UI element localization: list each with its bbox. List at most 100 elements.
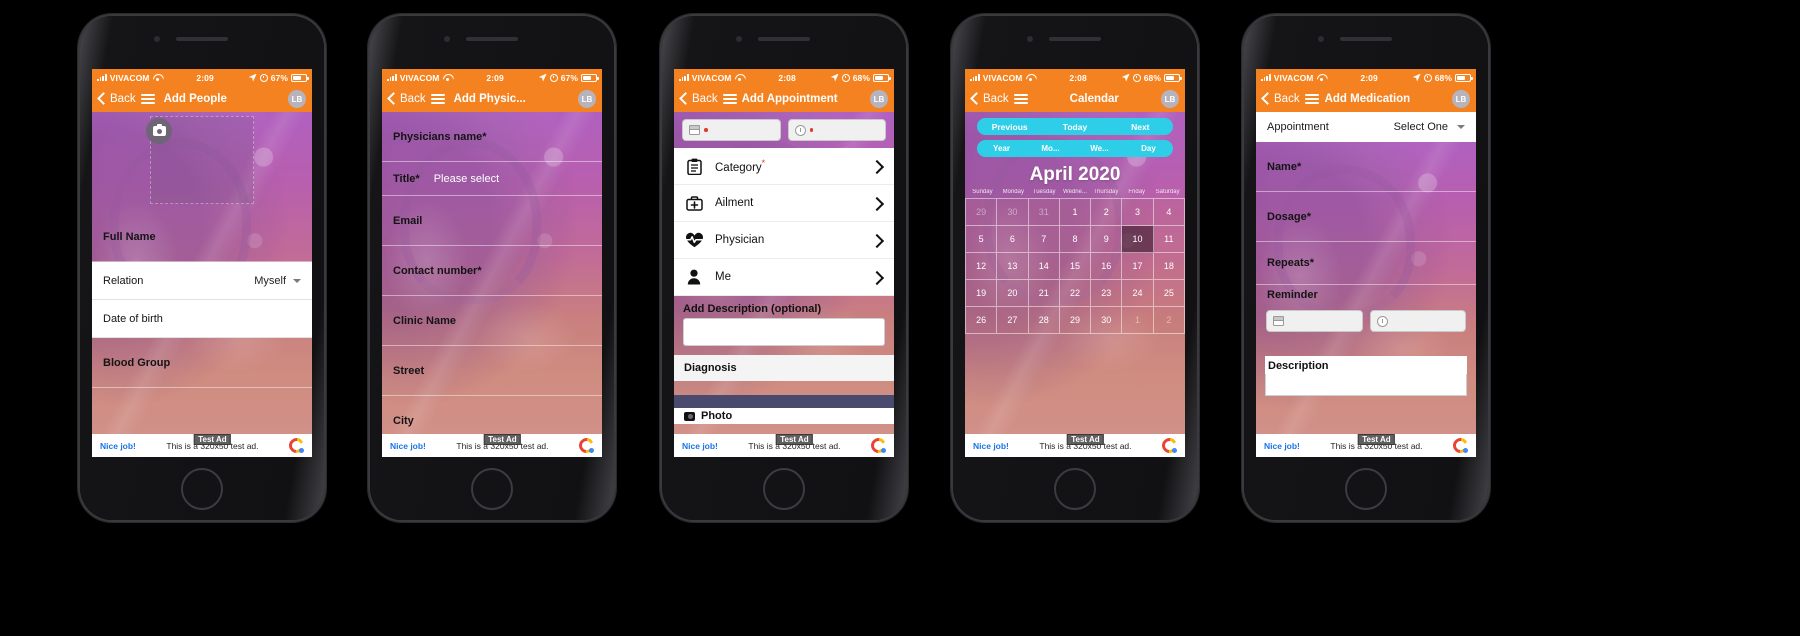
field-email[interactable]: Email — [382, 196, 602, 246]
ad-cta-link[interactable]: Nice job! — [100, 441, 136, 451]
calendar-day[interactable]: 1 — [1059, 199, 1092, 226]
calendar-day[interactable]: 12 — [966, 253, 998, 280]
calendar-day[interactable]: 2 — [1153, 307, 1185, 334]
avatar[interactable]: LB — [288, 90, 306, 108]
calendar-day[interactable]: 20 — [997, 280, 1029, 307]
view-month-button[interactable]: Mo... — [1026, 140, 1075, 157]
time-picker-field[interactable] — [787, 119, 886, 141]
back-button-label[interactable]: Back — [400, 93, 426, 105]
calendar-day[interactable]: 22 — [1059, 280, 1092, 307]
calendar-day[interactable]: 9 — [1091, 226, 1123, 253]
chevron-down-icon[interactable] — [293, 278, 301, 283]
list-item-me[interactable]: Me — [674, 259, 894, 296]
photo-row[interactable]: Photo — [674, 408, 894, 424]
ad-cta-link[interactable]: Nice job! — [1264, 441, 1300, 451]
calendar-day[interactable]: 28 — [1028, 307, 1060, 334]
date-picker-field[interactable] — [682, 119, 781, 141]
calendar-day[interactable]: 11 — [1153, 226, 1185, 253]
calendar-day[interactable]: 8 — [1059, 226, 1092, 253]
ad-banner[interactable]: Nice job! Test Ad This is a 320x50 test … — [674, 433, 894, 457]
ad-cta-link[interactable]: Nice job! — [682, 441, 718, 451]
ad-banner[interactable]: Nice job! Test Ad This is a 320x50 test … — [965, 433, 1185, 457]
calendar-day[interactable]: 1 — [1122, 307, 1154, 334]
field-contact-number[interactable]: Contact number* — [382, 246, 602, 296]
calendar-day[interactable]: 24 — [1122, 280, 1154, 307]
avatar[interactable]: LB — [578, 90, 596, 108]
field-relation[interactable]: Relation Myself — [92, 262, 312, 300]
description-input[interactable] — [1265, 374, 1467, 396]
field-repeats[interactable]: Repeats* — [1256, 242, 1476, 285]
field-value[interactable]: Please select — [420, 173, 499, 185]
calendar-day[interactable]: 27 — [997, 307, 1029, 334]
calendar-day[interactable]: 26 — [966, 307, 998, 334]
field-dosage[interactable]: Dosage* — [1256, 192, 1476, 242]
view-day-button[interactable]: Day — [1124, 140, 1173, 157]
list-item-ailment[interactable]: Ailment — [674, 185, 894, 222]
home-button[interactable] — [1054, 468, 1096, 510]
back-button-label[interactable]: Back — [692, 93, 718, 105]
home-button[interactable] — [181, 468, 223, 510]
calendar-day[interactable]: 17 — [1122, 253, 1154, 280]
hamburger-menu-icon[interactable] — [1304, 94, 1319, 104]
chevron-down-icon[interactable] — [1457, 125, 1465, 129]
calendar-day[interactable]: 6 — [997, 226, 1029, 253]
reminder-time-field[interactable] — [1369, 310, 1466, 332]
calendar-day[interactable]: 3 — [1122, 199, 1154, 226]
field-blood-group[interactable]: Blood Group — [92, 338, 312, 388]
back-chevron-icon[interactable] — [971, 93, 978, 105]
home-button[interactable] — [763, 468, 805, 510]
calendar-day[interactable]: 16 — [1091, 253, 1123, 280]
field-city[interactable]: City — [382, 396, 602, 434]
ad-banner[interactable]: Nice job! Test Ad This is a 320x50 test … — [382, 433, 602, 457]
back-chevron-icon[interactable] — [388, 93, 395, 105]
avatar[interactable]: LB — [1452, 90, 1470, 108]
field-full-name[interactable]: Full Name — [92, 212, 312, 262]
calendar-day[interactable]: 25 — [1153, 280, 1185, 307]
today-button[interactable]: Today — [1042, 118, 1108, 135]
field-street[interactable]: Street — [382, 346, 602, 396]
calendar-day[interactable]: 2 — [1091, 199, 1123, 226]
list-item-category[interactable]: Category* — [674, 148, 894, 185]
back-chevron-icon[interactable] — [98, 93, 105, 105]
list-item-physician[interactable]: Physician — [674, 222, 894, 259]
hamburger-menu-icon[interactable] — [430, 94, 445, 104]
calendar-day[interactable]: 14 — [1028, 253, 1060, 280]
reminder-date-field[interactable] — [1266, 310, 1363, 332]
calendar-day[interactable]: 30 — [997, 199, 1029, 226]
calendar-day[interactable]: 29 — [966, 199, 998, 226]
chevron-right-icon[interactable] — [872, 161, 882, 171]
chevron-right-icon[interactable] — [872, 235, 882, 245]
chevron-right-icon[interactable] — [872, 198, 882, 208]
field-title[interactable]: Title* Please select — [382, 162, 602, 196]
view-year-button[interactable]: Year — [977, 140, 1026, 157]
avatar[interactable]: LB — [1161, 90, 1179, 108]
calendar-day[interactable]: 23 — [1091, 280, 1123, 307]
calendar-day[interactable]: 15 — [1059, 253, 1092, 280]
home-button[interactable] — [1345, 468, 1387, 510]
calendar-day[interactable]: 4 — [1153, 199, 1185, 226]
calendar-day[interactable]: 13 — [997, 253, 1029, 280]
ad-banner[interactable]: Nice job! Test Ad This is a 320x50 test … — [92, 433, 312, 457]
field-date-of-birth[interactable]: Date of birth — [92, 300, 312, 338]
field-appointment[interactable]: Appointment Select One — [1256, 112, 1476, 142]
avatar[interactable]: LB — [870, 90, 888, 108]
back-button-label[interactable]: Back — [1274, 93, 1300, 105]
photo-picker[interactable] — [92, 112, 312, 212]
back-button-label[interactable]: Back — [983, 93, 1009, 105]
field-physicians-name[interactable]: Physicians name* — [382, 112, 602, 162]
home-button[interactable] — [471, 468, 513, 510]
calendar-day[interactable]: 30 — [1091, 307, 1123, 334]
field-name[interactable]: Name* — [1256, 142, 1476, 192]
ad-banner[interactable]: Nice job! Test Ad This is a 320x50 test … — [1256, 433, 1476, 457]
previous-button[interactable]: Previous — [977, 118, 1043, 135]
back-button-label[interactable]: Back — [110, 93, 136, 105]
next-button[interactable]: Next — [1107, 118, 1173, 135]
camera-button[interactable] — [146, 118, 172, 144]
field-extra[interactable] — [92, 388, 312, 434]
hamburger-menu-icon[interactable] — [140, 94, 155, 104]
calendar-day[interactable]: 21 — [1028, 280, 1060, 307]
description-input[interactable] — [683, 318, 885, 346]
calendar-day[interactable]: 7 — [1028, 226, 1060, 253]
ad-cta-link[interactable]: Nice job! — [973, 441, 1009, 451]
chevron-right-icon[interactable] — [872, 272, 882, 282]
